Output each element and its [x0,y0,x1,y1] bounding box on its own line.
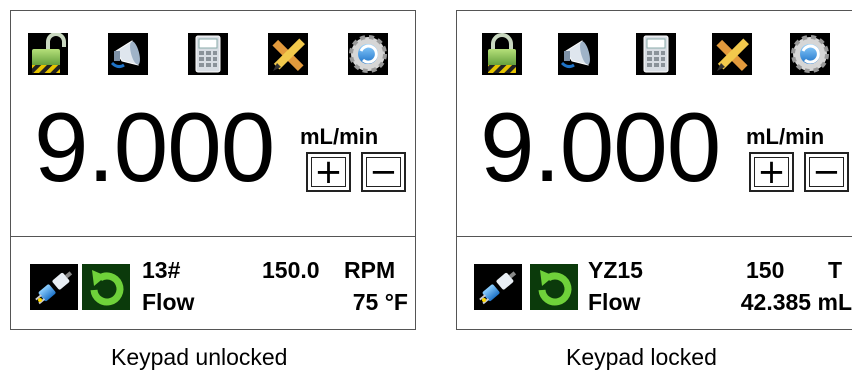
plus-label: + [754,155,789,189]
decrease-button[interactable]: − [361,152,406,192]
flow-rate-unit: mL/min [300,124,379,149]
channel-label: YZ15 [588,257,643,283]
cycle-icon[interactable] [82,264,130,310]
minus-label: − [366,155,401,189]
settings-icon[interactable] [790,33,830,75]
lock-icon[interactable] [28,33,68,75]
announcement-icon[interactable] [558,33,598,75]
display-panel-locked: 9.000 mL/min + − YZ15 Flow 150 T 42.385 … [456,10,852,330]
plug-icon[interactable] [30,264,78,310]
temperature-value: 75 °F [352,289,408,315]
keypad-icon[interactable] [188,33,228,75]
tools-icon[interactable] [268,33,308,75]
increase-button[interactable]: + [306,152,351,192]
rpm-value: 150.0 [262,257,320,283]
decrease-button[interactable]: − [804,152,849,192]
tools-icon[interactable] [712,33,752,75]
increase-button[interactable]: + [749,152,794,192]
mode-label: Flow [142,289,195,315]
caption-unlocked: Keypad unlocked [111,344,288,370]
flow-rate-reading: 9.000 [480,92,721,202]
display-panel-unlocked: 9.000 mL/min + − 13# Flow 150.0 RPM 75 °… [10,10,416,330]
panel-divider [456,236,852,237]
volume-value: 42.385 mL [740,289,852,315]
mode-label: Flow [588,289,641,315]
caption-locked: Keypad locked [566,344,717,370]
rpm-unit: RPM [344,257,396,283]
flow-rate-unit: mL/min [746,124,825,149]
plug-icon[interactable] [474,264,522,310]
settings-icon[interactable] [348,33,388,75]
announcement-icon[interactable] [108,33,148,75]
value-top: 150 [746,257,785,283]
value-top-unit: T [828,257,843,283]
plus-label: + [311,155,346,189]
panel-divider [10,236,416,237]
lock-icon[interactable] [482,33,522,75]
keypad-icon[interactable] [636,33,676,75]
cycle-icon[interactable] [530,264,578,310]
channel-label: 13# [142,257,181,283]
minus-label: − [809,155,844,189]
flow-rate-reading: 9.000 [34,92,275,202]
